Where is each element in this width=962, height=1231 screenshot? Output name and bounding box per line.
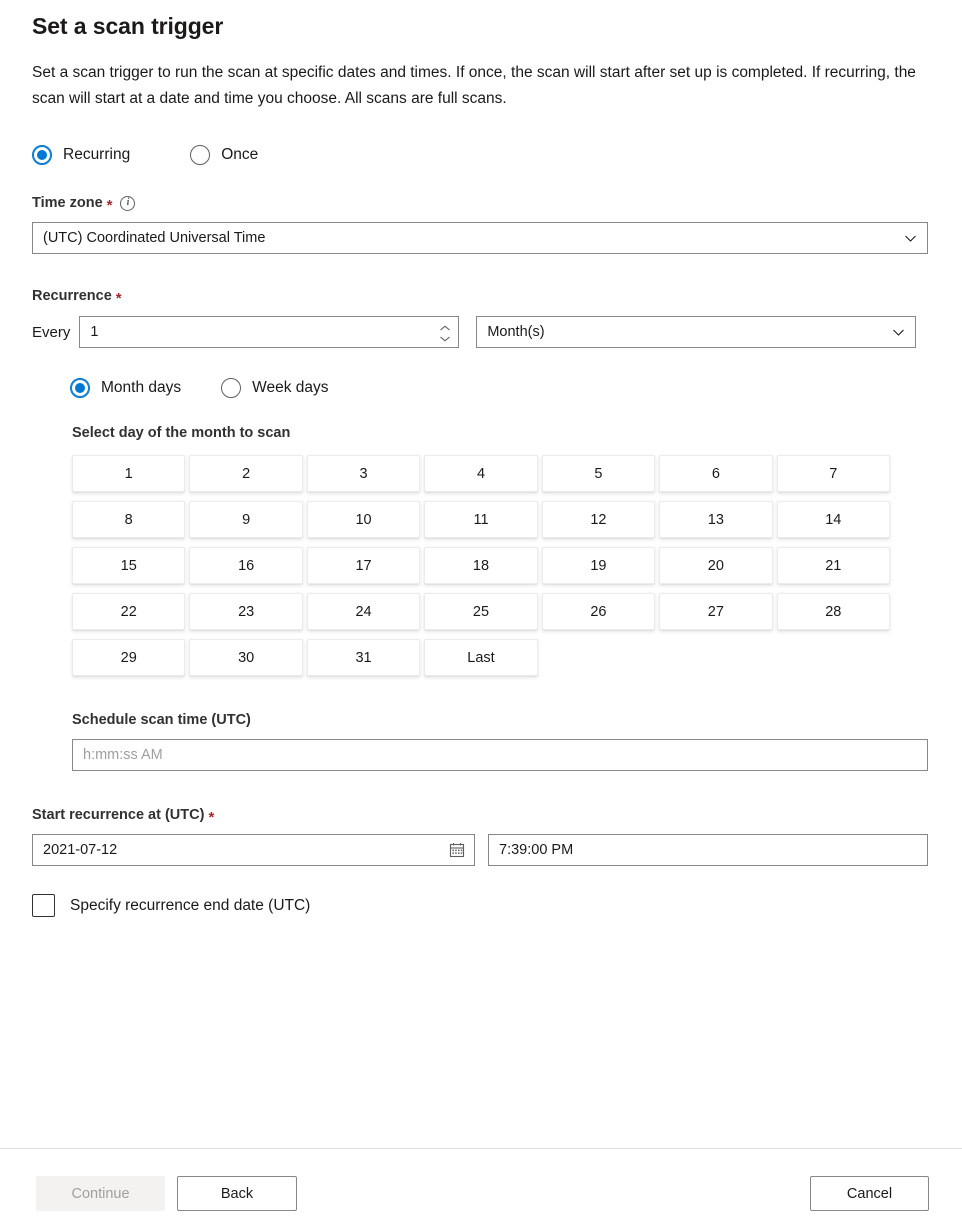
day-grid-label: Select day of the month to scan bbox=[72, 425, 930, 441]
day-cell[interactable]: 8 bbox=[72, 501, 185, 538]
recurrence-required-marker: * bbox=[116, 291, 122, 306]
recurrence-unit-value: Month(s) bbox=[487, 324, 886, 340]
time-zone-dropdown[interactable]: (UTC) Coordinated Universal Time bbox=[32, 222, 928, 254]
scan-trigger-panel: Set a scan trigger Set a scan trigger to… bbox=[0, 0, 962, 1148]
time-zone-label-text: Time zone bbox=[32, 195, 103, 211]
specify-end-date-label: Specify recurrence end date (UTC) bbox=[70, 897, 310, 915]
trigger-mode-radio-group: Recurring Once bbox=[32, 145, 930, 165]
start-recurrence-required-marker: * bbox=[208, 810, 214, 825]
day-cell[interactable]: 18 bbox=[424, 547, 537, 584]
day-cell[interactable]: 28 bbox=[777, 593, 890, 630]
time-zone-required-marker: * bbox=[107, 198, 113, 213]
start-date-value: 2021-07-12 bbox=[43, 842, 444, 858]
recurrence-unit-dropdown[interactable]: Month(s) bbox=[476, 316, 916, 348]
radio-option-once[interactable]: Once bbox=[190, 145, 258, 165]
radio-option-week-days[interactable]: Week days bbox=[221, 378, 328, 398]
recurrence-label: Recurrence * bbox=[32, 288, 930, 304]
recurrence-interval-row: Every 1 Month(s) bbox=[32, 316, 930, 348]
back-button[interactable]: Back bbox=[177, 1176, 297, 1211]
day-cell[interactable]: 11 bbox=[424, 501, 537, 538]
day-cell[interactable]: Last bbox=[424, 639, 537, 676]
checkbox-icon-end-date[interactable] bbox=[32, 894, 55, 917]
day-cell[interactable]: 5 bbox=[542, 455, 655, 492]
radio-icon-once[interactable] bbox=[190, 145, 210, 165]
every-label: Every bbox=[32, 324, 70, 341]
continue-button[interactable]: Continue bbox=[36, 1176, 165, 1211]
day-cell[interactable]: 6 bbox=[659, 455, 772, 492]
day-cell[interactable]: 13 bbox=[659, 501, 772, 538]
radio-option-recurring[interactable]: Recurring bbox=[32, 145, 130, 165]
time-zone-value: (UTC) Coordinated Universal Time bbox=[43, 230, 898, 246]
radio-icon-month-days[interactable] bbox=[70, 378, 90, 398]
recurrence-interval-stepper[interactable]: 1 bbox=[79, 316, 459, 348]
start-date-input[interactable]: 2021-07-12 bbox=[32, 834, 475, 866]
start-recurrence-label-text: Start recurrence at (UTC) bbox=[32, 807, 204, 823]
day-cell[interactable]: 16 bbox=[189, 547, 302, 584]
day-cell[interactable]: 3 bbox=[307, 455, 420, 492]
day-cell[interactable]: 26 bbox=[542, 593, 655, 630]
day-cell[interactable]: 24 bbox=[307, 593, 420, 630]
radio-icon-recurring[interactable] bbox=[32, 145, 52, 165]
recurrence-interval-value: 1 bbox=[90, 324, 430, 340]
chevron-down-icon bbox=[892, 326, 905, 339]
day-cell[interactable]: 12 bbox=[542, 501, 655, 538]
day-cell[interactable]: 19 bbox=[542, 547, 655, 584]
schedule-scan-time-label: Schedule scan time (UTC) bbox=[72, 712, 930, 728]
cancel-button[interactable]: Cancel bbox=[810, 1176, 929, 1211]
day-cell[interactable]: 22 bbox=[72, 593, 185, 630]
day-cell[interactable]: 25 bbox=[424, 593, 537, 630]
day-cell[interactable]: 15 bbox=[72, 547, 185, 584]
stepper-arrows[interactable] bbox=[433, 318, 457, 348]
footer-bar: Continue Back Cancel bbox=[0, 1148, 962, 1231]
start-recurrence-row: 2021-07-12 7:39:00 P bbox=[32, 834, 930, 866]
radio-label-month-days: Month days bbox=[101, 379, 181, 397]
info-icon[interactable]: i bbox=[120, 196, 135, 211]
day-mode-radio-group: Month days Week days bbox=[70, 378, 930, 398]
day-cell[interactable]: 31 bbox=[307, 639, 420, 676]
day-cell[interactable]: 27 bbox=[659, 593, 772, 630]
calendar-icon[interactable] bbox=[449, 842, 465, 858]
radio-label-once: Once bbox=[221, 146, 258, 164]
page-description: Set a scan trigger to run the scan at sp… bbox=[32, 40, 924, 112]
day-cell[interactable]: 10 bbox=[307, 501, 420, 538]
day-cell[interactable]: 7 bbox=[777, 455, 890, 492]
radio-label-recurring: Recurring bbox=[63, 146, 130, 164]
time-zone-label: Time zone * i bbox=[32, 195, 930, 211]
day-cell[interactable]: 23 bbox=[189, 593, 302, 630]
month-day-grid: 1234567891011121314151617181920212223242… bbox=[72, 455, 890, 676]
start-time-value: 7:39:00 PM bbox=[499, 842, 917, 858]
day-cell[interactable]: 14 bbox=[777, 501, 890, 538]
day-cell[interactable]: 17 bbox=[307, 547, 420, 584]
schedule-scan-time-input[interactable]: h:mm:ss AM bbox=[72, 739, 928, 771]
chevron-up-icon bbox=[439, 325, 451, 332]
day-cell[interactable]: 9 bbox=[189, 501, 302, 538]
day-cell[interactable]: 20 bbox=[659, 547, 772, 584]
day-cell[interactable]: 1 bbox=[72, 455, 185, 492]
start-time-input[interactable]: 7:39:00 PM bbox=[488, 834, 928, 866]
schedule-scan-time-placeholder: h:mm:ss AM bbox=[83, 747, 917, 763]
radio-option-month-days[interactable]: Month days bbox=[70, 378, 181, 398]
chevron-down-icon bbox=[439, 335, 451, 342]
recurrence-label-text: Recurrence bbox=[32, 288, 112, 304]
day-cell[interactable]: 30 bbox=[189, 639, 302, 676]
chevron-down-icon bbox=[904, 232, 917, 245]
radio-icon-week-days[interactable] bbox=[221, 378, 241, 398]
day-cell[interactable]: 21 bbox=[777, 547, 890, 584]
start-recurrence-label: Start recurrence at (UTC) * bbox=[32, 807, 930, 823]
page-title: Set a scan trigger bbox=[32, 0, 930, 40]
day-cell[interactable]: 4 bbox=[424, 455, 537, 492]
day-cell[interactable]: 2 bbox=[189, 455, 302, 492]
specify-end-date-checkbox-row[interactable]: Specify recurrence end date (UTC) bbox=[32, 894, 930, 917]
day-cell[interactable]: 29 bbox=[72, 639, 185, 676]
radio-label-week-days: Week days bbox=[252, 379, 328, 397]
